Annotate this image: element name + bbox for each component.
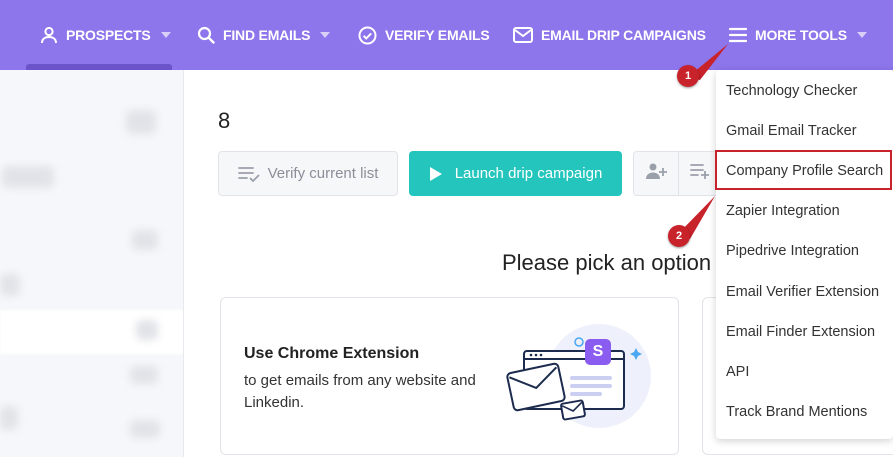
nav-verify-emails-label: VERIFY EMAILS (385, 27, 490, 43)
menu-item-track-brand-mentions[interactable]: Track Brand Mentions (716, 392, 893, 432)
nav-more-tools-label: MORE TOOLS (755, 27, 847, 43)
menu-item-api[interactable]: API (716, 352, 893, 392)
launch-drip-button[interactable]: Launch drip campaign (409, 151, 622, 196)
pick-option-heading: Please pick an option (502, 250, 712, 275)
sidebar-blur-block (2, 166, 54, 188)
chevron-down-icon (856, 32, 867, 38)
play-icon (429, 166, 443, 182)
nav-drip-campaigns[interactable]: EMAIL DRIP CAMPAIGNS (513, 0, 706, 70)
add-prospect-button[interactable] (634, 152, 678, 195)
nav-verify-emails[interactable]: VERIFY EMAILS (358, 0, 490, 70)
nav-find-emails[interactable]: FIND EMAILS (197, 0, 331, 70)
more-tools-dropdown: Technology Checker Gmail Email Tracker C… (716, 70, 893, 439)
annotation-marker-1: 1 (677, 65, 699, 87)
sidebar-blur-block (0, 406, 18, 430)
sidebar-blur-block (126, 110, 156, 134)
sidebar-blur-block (130, 366, 158, 384)
search-icon (197, 26, 215, 44)
chevron-down-icon (320, 32, 331, 38)
envelope-icon (513, 27, 533, 43)
nav-drip-campaigns-label: EMAIL DRIP CAMPAIGNS (541, 27, 706, 43)
check-circle-icon (358, 26, 377, 45)
verify-list-label: Verify current list (267, 165, 379, 182)
nav-find-emails-label: FIND EMAILS (223, 27, 311, 43)
annotation-marker-2: 2 (668, 225, 690, 247)
extension-badge: S (585, 339, 611, 365)
menu-item-email-verifier-extension[interactable]: Email Verifier Extension (716, 272, 893, 312)
hamburger-icon (729, 27, 747, 43)
sidebar-blur-block (0, 274, 20, 296)
list-plus-icon (690, 163, 710, 184)
launch-drip-label: Launch drip campaign (454, 165, 603, 182)
menu-item-pipedrive-integration[interactable]: Pipedrive Integration (716, 231, 893, 271)
nav-prospects-label: PROSPECTS (66, 27, 151, 43)
card-description: to get emails from any website and Linke… (244, 372, 476, 411)
nav-more-tools[interactable]: MORE TOOLS (729, 0, 867, 70)
user-plus-icon (645, 162, 667, 185)
sidebar-blur-block (130, 420, 160, 438)
sidebar-blur-block (132, 230, 158, 250)
extension-illustration (504, 318, 654, 433)
menu-item-technology-checker[interactable]: Technology Checker (716, 71, 893, 111)
chrome-extension-card[interactable]: Use Chrome Extension to get emails from … (220, 297, 679, 455)
list-actions-group (633, 151, 723, 196)
card-title: Use Chrome Extension (244, 345, 420, 362)
menu-item-highlight-box (715, 150, 892, 190)
top-nav: PROSPECTS FIND EMAILS VERIFY EMAILS EMAI… (0, 0, 893, 70)
chevron-down-icon (160, 32, 171, 38)
menu-item-gmail-email-tracker[interactable]: Gmail Email Tracker (716, 111, 893, 151)
list-count: 8 (218, 108, 231, 133)
sidebar (0, 70, 184, 457)
list-check-icon (237, 166, 260, 182)
menu-item-zapier-integration[interactable]: Zapier Integration (716, 191, 893, 231)
nav-prospects[interactable]: PROSPECTS (40, 0, 171, 70)
menu-item-email-finder-extension[interactable]: Email Finder Extension (716, 312, 893, 352)
sidebar-blur-block (136, 320, 158, 340)
user-icon (40, 26, 58, 44)
verify-list-button[interactable]: Verify current list (218, 151, 398, 196)
